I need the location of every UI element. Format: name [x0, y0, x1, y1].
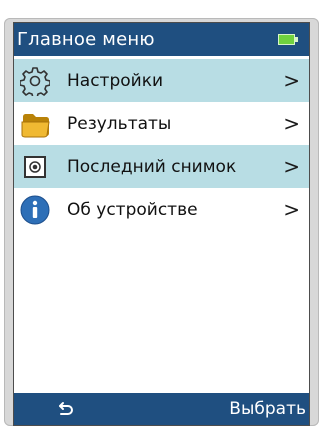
battery-tip: [295, 37, 298, 42]
header-bar: Главное меню: [14, 23, 309, 56]
menu-label: Об устройстве: [67, 199, 198, 220]
chevron-right-icon: >: [283, 154, 300, 179]
chevron-right-icon: >: [283, 68, 300, 93]
gear-icon: [18, 64, 52, 98]
select-button[interactable]: Выбрать: [229, 399, 306, 419]
battery-icon: [278, 34, 299, 45]
menu-item-results[interactable]: Результаты >: [14, 102, 309, 145]
chevron-right-icon: >: [283, 111, 300, 136]
bottom-action-bar: Выбрать: [14, 393, 309, 425]
back-arrow-icon[interactable]: [53, 398, 75, 420]
screen: Главное меню Настройки > Результаты > По…: [13, 22, 310, 426]
chevron-right-icon: >: [283, 197, 300, 222]
snapshot-icon: [18, 150, 52, 184]
menu-item-settings[interactable]: Настройки >: [14, 59, 309, 102]
device-frame: Главное меню Настройки > Результаты > По…: [4, 18, 319, 426]
menu-label: Настройки: [67, 70, 164, 91]
info-icon: [18, 193, 52, 227]
menu-label: Последний снимок: [67, 156, 237, 177]
page-title: Главное меню: [17, 29, 155, 50]
main-menu: Настройки > Результаты > Последний снимо…: [14, 59, 309, 231]
folder-icon: [18, 107, 52, 141]
battery-level: [278, 34, 295, 45]
menu-label: Результаты: [67, 113, 172, 134]
menu-item-last-snapshot[interactable]: Последний снимок >: [14, 145, 309, 188]
menu-item-about-device[interactable]: Об устройстве >: [14, 188, 309, 231]
